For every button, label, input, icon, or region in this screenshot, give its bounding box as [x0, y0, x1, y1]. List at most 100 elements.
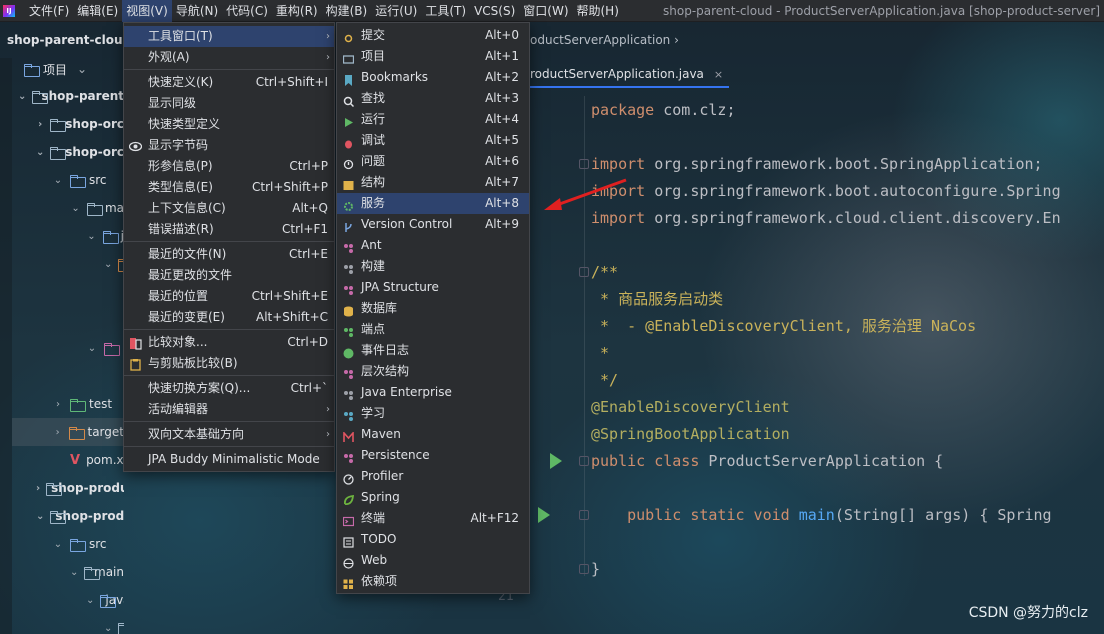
chevron-down-icon[interactable]: ⌄ — [52, 175, 64, 186]
tool-window-item-spring[interactable]: Spring — [337, 487, 529, 508]
tree-item[interactable]: ⌄java — [12, 586, 124, 614]
menu-10[interactable]: 窗口(W) — [519, 0, 572, 22]
tree-item[interactable]: ⌄ — [12, 334, 124, 362]
chevron-down-icon[interactable]: ⌄ — [70, 567, 78, 578]
fold-icon[interactable] — [579, 510, 589, 520]
tree-item[interactable]: › target — [12, 418, 124, 446]
view-menu-item[interactable]: 最近的文件(N) Ctrl+E — [124, 244, 334, 265]
tree-item[interactable] — [12, 278, 124, 306]
tool-window-item-persistence[interactable]: Persistence — [337, 445, 529, 466]
tool-window-item-commit[interactable]: 提交 Alt+0 — [337, 25, 529, 46]
tool-window-item-terminal[interactable]: 终端 Alt+F12 — [337, 508, 529, 529]
run-gutter-icon[interactable] — [538, 507, 550, 523]
chevron-down-icon[interactable]: ⌄ — [104, 623, 112, 634]
view-menu-item[interactable]: 与剪贴板比较(B) — [124, 353, 334, 374]
view-menu-item[interactable]: JPA Buddy Minimalistic Mode — [124, 449, 334, 470]
tree-item[interactable]: › shop-product-api — [12, 474, 124, 502]
tool-window-item-database[interactable]: 数据库 — [337, 298, 529, 319]
tool-window-item-services[interactable]: 服务 Alt+8 — [337, 193, 529, 214]
fold-icon[interactable] — [579, 456, 589, 466]
view-menu-item[interactable]: 双向文本基础方向 › — [124, 424, 334, 445]
view-menu-item[interactable]: 快速定义(K) Ctrl+Shift+I — [124, 72, 334, 93]
tree-item[interactable]: Vpom.x — [12, 446, 124, 474]
tool-window-item-build[interactable]: 构建 — [337, 256, 529, 277]
tool-window-item-maven[interactable]: Maven — [337, 424, 529, 445]
tool-window-item-problems[interactable]: 问题 Alt+6 — [337, 151, 529, 172]
menu-6[interactable]: 构建(B) — [322, 0, 372, 22]
run-gutter-icon[interactable] — [550, 453, 562, 469]
fold-icon[interactable] — [579, 564, 589, 574]
view-menu-item[interactable]: 比较对象... Ctrl+D — [124, 332, 334, 353]
view-menu-item[interactable]: 形参信息(P) Ctrl+P — [124, 156, 334, 177]
tree-item[interactable]: › test — [12, 390, 124, 418]
menu-5[interactable]: 重构(R) — [272, 0, 322, 22]
tree-item[interactable]: › shop-orc — [12, 110, 124, 138]
tree-item[interactable]: ⌄ ma — [12, 194, 124, 222]
view-menu-item[interactable]: 工具窗口(T) › — [124, 26, 334, 47]
chevron-right-icon[interactable]: › — [52, 427, 63, 438]
tool-window-item-deps[interactable]: 依赖项 — [337, 571, 529, 592]
chevron-down-icon[interactable]: ⌄ — [36, 511, 44, 522]
tree-item[interactable] — [12, 362, 124, 390]
chevron-right-icon[interactable]: › — [36, 483, 40, 494]
tool-window-item-hierarchy[interactable]: 层次结构 — [337, 361, 529, 382]
tree-item[interactable]: ⌄j — [12, 222, 124, 250]
chevron-right-icon[interactable]: › — [52, 399, 64, 410]
tool-window-item-bookmark[interactable]: Bookmarks Alt+2 — [337, 67, 529, 88]
editor-tab[interactable]: roductServerApplication.java × — [530, 62, 730, 88]
chevron-down-icon[interactable]: ⌄ — [18, 91, 26, 102]
view-menu-item[interactable]: 活动编辑器 › — [124, 399, 334, 420]
tree-item[interactable]: ⌄ — [12, 250, 124, 278]
tree-item[interactable]: ⌄ shop-parent — [12, 82, 124, 110]
chevron-down-icon[interactable]: ⌄ — [70, 203, 81, 214]
menu-9[interactable]: VCS(S) — [470, 0, 519, 22]
tool-window-item-structure[interactable]: 结构 Alt+7 — [337, 172, 529, 193]
view-menu-item[interactable]: 快速切换方案(Q)... Ctrl+` — [124, 378, 334, 399]
chevron-down-icon[interactable]: ⌄ — [52, 539, 64, 550]
tool-window-item-project[interactable]: 项目 Alt+1 — [337, 46, 529, 67]
view-menu-item[interactable]: 上下文信息(C) Alt+Q — [124, 198, 334, 219]
tool-window-item-find[interactable]: 查找 Alt+3 — [337, 88, 529, 109]
view-menu-item[interactable]: 快速类型定义 — [124, 114, 334, 135]
view-menu-item[interactable]: 错误描述(R) Ctrl+F1 — [124, 219, 334, 240]
tree-item[interactable]: ⌄ src — [12, 166, 124, 194]
view-menu-item[interactable]: 最近的位置 Ctrl+Shift+E — [124, 286, 334, 307]
menu-4[interactable]: 代码(C) — [222, 0, 272, 22]
menu-3[interactable]: 导航(N) — [172, 0, 222, 22]
view-menu-item[interactable]: 显示同级 — [124, 93, 334, 114]
view-menu-item[interactable]: 最近更改的文件 — [124, 265, 334, 286]
close-icon[interactable]: × — [714, 68, 723, 81]
fold-icon[interactable] — [579, 267, 589, 277]
view-menu-item[interactable]: 外观(A) › — [124, 47, 334, 68]
chevron-down-icon[interactable]: ⌄ — [104, 259, 112, 270]
tool-window-item-learn[interactable]: 学习 — [337, 403, 529, 424]
tool-window-item-javaee[interactable]: Java Enterprise — [337, 382, 529, 403]
tool-window-item-endpoints[interactable]: 端点 — [337, 319, 529, 340]
breadcrumb[interactable]: oductServerApplication › — [530, 30, 679, 50]
chevron-down-icon[interactable]: ⌄ — [36, 147, 44, 158]
tool-window-item-web[interactable]: Web — [337, 550, 529, 571]
tree-item[interactable]: ⌄com — [12, 614, 124, 634]
menu-8[interactable]: 工具(T) — [421, 0, 470, 22]
menu-2[interactable]: 视图(V) — [122, 0, 172, 22]
fold-icon[interactable] — [579, 159, 589, 169]
menu-11[interactable]: 帮助(H) — [573, 0, 623, 22]
view-menu-item[interactable]: 最近的变更(E) Alt+Shift+C — [124, 307, 334, 328]
view-menu-item[interactable]: 显示字节码 — [124, 135, 334, 156]
tool-window-item-debug[interactable]: 调试 Alt+5 — [337, 130, 529, 151]
view-menu-item[interactable]: 类型信息(E) Ctrl+Shift+P — [124, 177, 334, 198]
tool-window-item-vcs[interactable]: Version Control Alt+9 — [337, 214, 529, 235]
tool-window-item-profiler[interactable]: Profiler — [337, 466, 529, 487]
chevron-down-icon[interactable]: ⌄ — [86, 595, 94, 606]
tree-item[interactable]: ⌄ src — [12, 530, 124, 558]
tool-window-item-todo[interactable]: TODO — [337, 529, 529, 550]
tree-item[interactable]: ⌄shop-product-server — [12, 502, 124, 530]
tree-item[interactable] — [12, 306, 124, 334]
tool-window-item-ant[interactable]: Ant — [337, 235, 529, 256]
tree-item[interactable]: ⌄ shop-orc — [12, 138, 124, 166]
tool-window-item-eventlog[interactable]: 事件日志 — [337, 340, 529, 361]
chevron-down-icon[interactable]: ⌄ — [86, 343, 98, 354]
chevron-down-icon[interactable]: ⌄ — [86, 231, 97, 242]
tree-item[interactable]: ⌄ main — [12, 558, 124, 586]
tool-window-item-run[interactable]: 运行 Alt+4 — [337, 109, 529, 130]
